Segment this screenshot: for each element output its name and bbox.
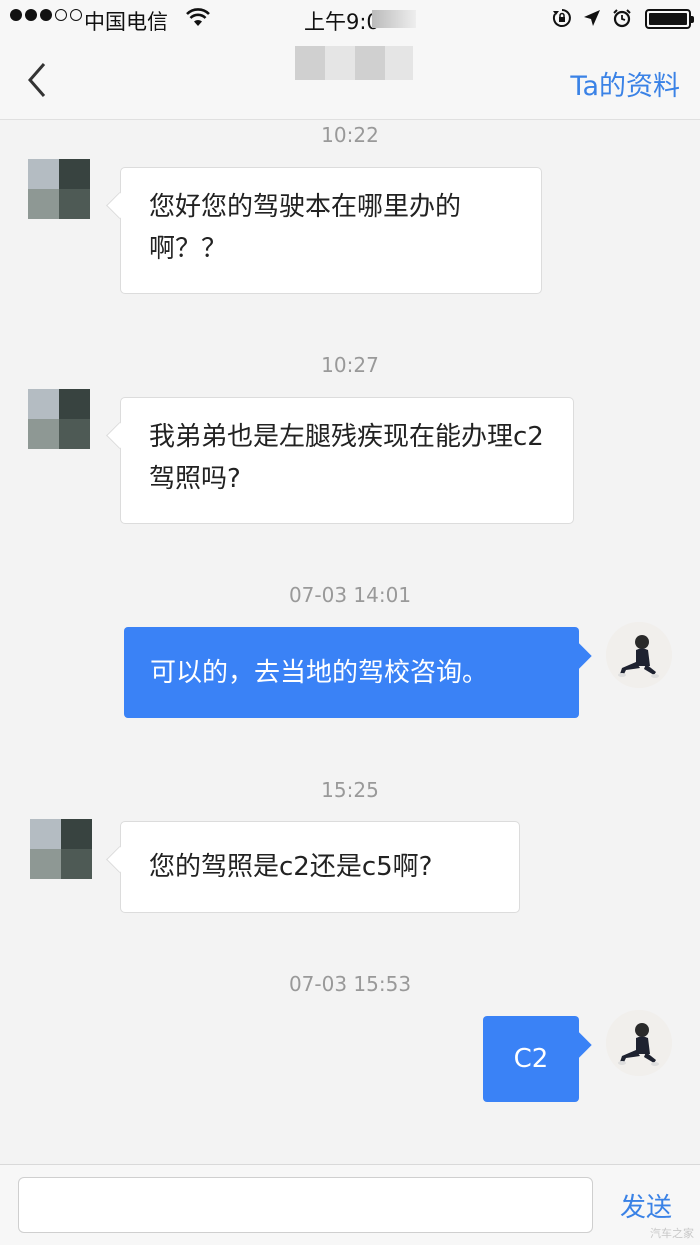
battery-full-icon [645,9,694,29]
status-icons [552,8,632,28]
person-sitting-icon [606,1010,672,1076]
status-time: 上午9:0 [304,10,380,34]
contact-avatar[interactable] [28,159,90,219]
contact-avatar[interactable] [30,819,92,879]
chat-area[interactable]: 10:22 您好您的驾驶本在哪里办的啊？？ 10:27 我弟弟也是左腿残疾现在能… [0,121,700,1164]
message-input[interactable] [18,1177,593,1233]
contact-avatar[interactable] [28,389,90,449]
alarm-icon [613,9,631,28]
chevron-left-icon[interactable] [22,60,52,100]
message-input-bar: 发送 汽车之家 [0,1164,700,1245]
person-sitting-icon [606,622,672,688]
navigation-bar: Ta的资料 [0,40,700,120]
incoming-message-bubble[interactable]: 您好您的驾驶本在哪里办的啊？？ [120,167,542,294]
send-button[interactable]: 发送 [620,1187,672,1224]
wifi-icon [186,8,210,26]
message-text: 您的驾照是c2还是c5啊? [149,852,433,882]
message-timestamp: 10:27 [321,353,379,377]
carrier-name: 中国电信 [84,10,168,34]
status-time-blur [372,10,416,28]
message-timestamp: 15:25 [321,778,379,802]
location-arrow-icon [584,10,600,26]
my-avatar[interactable] [606,1010,672,1076]
message-text: 您好您的驾驶本在哪里办的啊？？ [149,192,462,264]
outgoing-message-bubble[interactable]: 可以的，去当地的驾校咨询。 [124,627,579,718]
message-timestamp: 07-03 15:53 [288,972,412,996]
message-text: 可以的，去当地的驾校咨询。 [150,657,489,688]
outgoing-message-bubble[interactable]: C2 [483,1016,579,1102]
message-text: 我弟弟也是左腿残疾现在能办理c2驾照吗? [149,422,544,494]
signal-dots-icon [10,9,82,21]
my-avatar[interactable] [606,622,672,688]
watermark: 汽车之家 [650,1227,694,1240]
rotation-lock-icon [552,9,571,27]
profile-link[interactable]: Ta的资料 [570,64,680,103]
contact-name-blurred [295,46,413,80]
status-bar: 中国电信 上午9:0 [0,0,700,40]
message-text: C2 [513,1044,549,1074]
incoming-message-bubble[interactable]: 我弟弟也是左腿残疾现在能办理c2驾照吗? [120,397,574,524]
message-timestamp: 10:22 [321,123,379,147]
message-timestamp: 07-03 14:01 [288,583,412,607]
incoming-message-bubble[interactable]: 您的驾照是c2还是c5啊? [120,821,520,913]
